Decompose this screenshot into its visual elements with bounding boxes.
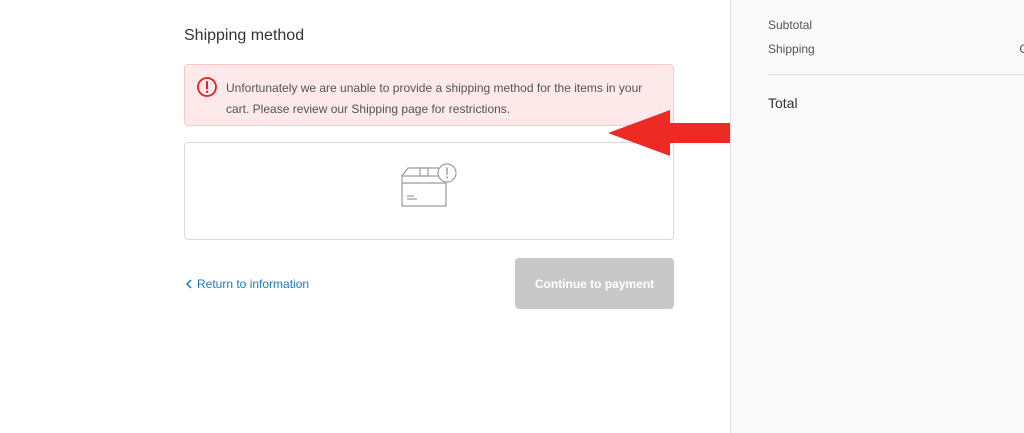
checkout-page: Shipping method Unfortunately we are una… — [0, 0, 1024, 433]
summary-divider — [768, 74, 1024, 75]
main-content: Shipping method Unfortunately we are una… — [0, 0, 730, 433]
subtotal-label: Subtotal — [768, 18, 813, 32]
red-arrow-icon — [608, 110, 739, 156]
alert-circle-icon — [197, 77, 217, 97]
return-to-information-link[interactable]: Return to information — [185, 277, 309, 291]
order-summary-sidebar: Subtotal Shipping C Total — [730, 0, 1024, 433]
error-message: Unfortunately we are unable to provide a… — [226, 81, 643, 116]
return-link-label: Return to information — [197, 277, 310, 291]
shipping-methods-placeholder — [184, 142, 674, 240]
section-title: Shipping method — [184, 27, 305, 44]
chevron-left-icon — [185, 279, 192, 289]
continue-to-payment-button[interactable]: Continue to payment — [515, 258, 674, 309]
package-alert-icon — [401, 163, 457, 207]
shipping-value: C — [1019, 42, 1024, 56]
error-notice: Unfortunately we are unable to provide a… — [184, 64, 674, 126]
total-label: Total — [768, 95, 798, 111]
shipping-label: Shipping — [768, 42, 815, 56]
